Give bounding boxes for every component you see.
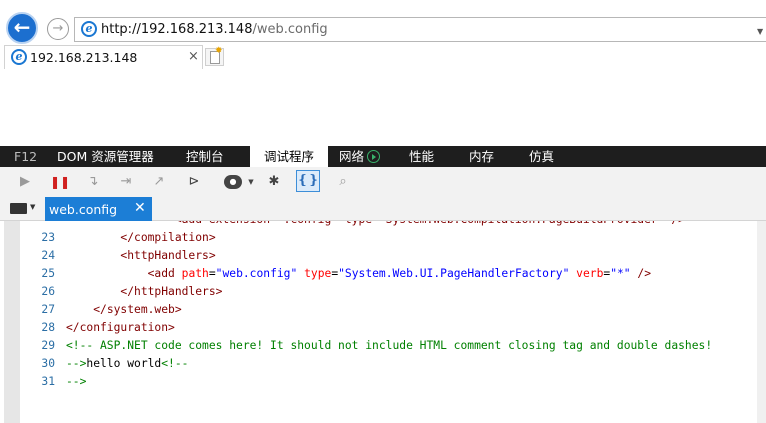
- folder-icon[interactable]: [10, 203, 27, 214]
- line-number[interactable]: 29: [28, 337, 55, 355]
- url-path: /web.config: [252, 22, 328, 37]
- pretty-print-icon[interactable]: ⌕: [335, 174, 351, 190]
- ie-page-icon: e: [81, 21, 97, 37]
- new-star-icon: ✸: [215, 46, 223, 56]
- tab-close-icon[interactable]: ×: [188, 49, 199, 64]
- code-editor[interactable]: <add extension=".config" type="System.We…: [0, 221, 766, 423]
- folder-dropdown-icon[interactable]: ▼: [30, 203, 35, 211]
- line-number[interactable]: 31: [28, 373, 55, 391]
- code-text: </system.web>: [93, 303, 182, 316]
- tab-emulation[interactable]: 仿真: [529, 146, 554, 167]
- back-button[interactable]: ←: [6, 12, 38, 44]
- tab-ie-icon: e: [11, 49, 27, 65]
- browser-tab[interactable]: e 192.168.213.148 ×: [4, 45, 203, 69]
- tab-network-label: 网络: [339, 149, 365, 164]
- url-host: http://192.168.213.148: [101, 22, 253, 37]
- code-text-clipped: <add extension=".config" type="System.We…: [66, 221, 685, 229]
- tab-debugger[interactable]: 调试程序: [250, 146, 328, 167]
- address-bar-row: ← → e http://192.168.213.148/web.config …: [0, 10, 766, 50]
- disconnect-debugger-icon[interactable]: ✱: [266, 174, 282, 190]
- code-text: </httpHandlers>: [120, 285, 223, 298]
- new-tab-button[interactable]: ✸: [205, 46, 224, 66]
- tab-network[interactable]: 网络: [339, 146, 381, 167]
- line-number[interactable]: 24: [28, 247, 55, 265]
- code-text: <add path="web.config" type="System.Web.…: [147, 267, 652, 280]
- code-text: <!-- ASP.NET code comes here! It should …: [66, 339, 713, 352]
- code-text: <httpHandlers>: [120, 249, 216, 262]
- forward-arrow-icon: →: [52, 21, 64, 36]
- file-tab-web-config[interactable]: web.config ✕: [45, 197, 152, 221]
- step-over-icon[interactable]: ⇥: [118, 174, 134, 190]
- just-my-code-icon[interactable]: ❴❵: [296, 170, 320, 192]
- break-icon[interactable]: ❚❚: [50, 174, 70, 190]
- devtools-f12-label: F12: [14, 149, 38, 164]
- line-number[interactable]: 26: [28, 283, 55, 301]
- file-tab-row: ▼ web.config ✕: [0, 196, 766, 221]
- line-number[interactable]: 30: [28, 355, 55, 373]
- line-number[interactable]: 28: [28, 319, 55, 337]
- line-number[interactable]: 27: [28, 301, 55, 319]
- step-out-icon[interactable]: ↗: [151, 174, 167, 190]
- code-text: </configuration>: [66, 321, 175, 334]
- code-text: -->hello world<!--: [66, 357, 189, 370]
- breakpoint-gutter[interactable]: [4, 221, 20, 423]
- tab-title: 192.168.213.148: [30, 50, 138, 65]
- vertical-scrollbar[interactable]: [757, 221, 766, 423]
- tab-console[interactable]: 控制台: [186, 146, 224, 167]
- url-dropdown-icon[interactable]: ▼: [757, 27, 763, 36]
- continue-icon[interactable]: ▶: [17, 174, 33, 190]
- tab-memory[interactable]: 内存: [469, 146, 494, 167]
- url-text[interactable]: http://192.168.213.148/web.config: [101, 22, 328, 37]
- break-on-new-worker-icon[interactable]: ⊳: [186, 174, 202, 190]
- exception-behavior-icon[interactable]: ●: [224, 175, 242, 189]
- forward-button[interactable]: →: [47, 18, 69, 40]
- file-tab-close-icon[interactable]: ✕: [134, 200, 146, 216]
- code-text: -->: [66, 375, 87, 388]
- debugger-toolbar: ▶ ❚❚ ↴ ⇥ ↗ ⊳ ● ▼ ✱ ❴❵ ⌕: [0, 167, 766, 196]
- file-tab-name: web.config: [49, 202, 118, 217]
- tab-performance[interactable]: 性能: [409, 146, 434, 167]
- url-bar[interactable]: e http://192.168.213.148/web.config: [74, 17, 766, 42]
- line-number[interactable]: 25: [28, 265, 55, 283]
- line-number[interactable]: 23: [28, 229, 55, 247]
- back-arrow-icon: ←: [13, 15, 31, 39]
- code-text: </compilation>: [120, 231, 216, 244]
- tab-dom-explorer[interactable]: DOM 资源管理器: [57, 146, 154, 167]
- step-into-icon[interactable]: ↴: [85, 174, 101, 190]
- devtools-tabbar: F12 DOM 资源管理器 控制台 调试程序 网络 性能 内存 仿真: [0, 146, 766, 167]
- exception-dropdown-icon[interactable]: ▼: [243, 174, 259, 190]
- network-record-icon: [367, 150, 381, 163]
